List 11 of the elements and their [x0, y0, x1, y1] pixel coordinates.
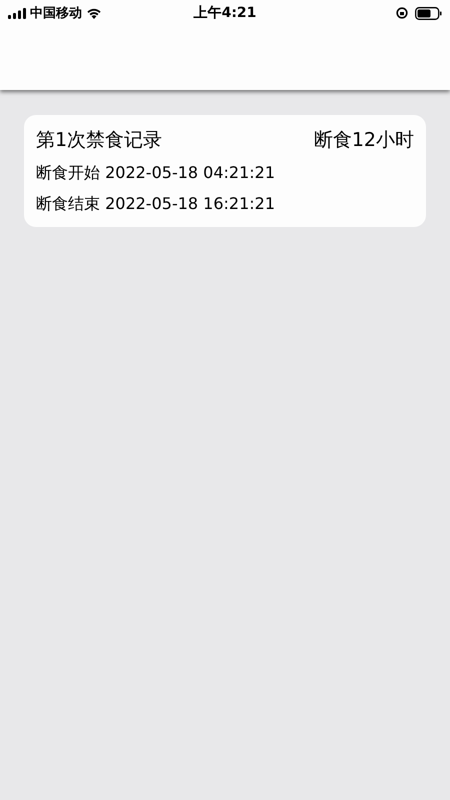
- battery-icon: [415, 6, 442, 20]
- fasting-end: 断食结束 2022-05-18 16:21:21: [36, 194, 276, 215]
- wifi-icon: [86, 7, 102, 19]
- rotation-lock-icon: [396, 7, 408, 19]
- record-title: 第1次禁食记录: [36, 128, 162, 153]
- fasting-start: 断食开始 2022-05-18 04:21:21: [36, 163, 276, 184]
- carrier-name: 中国移动: [30, 5, 82, 22]
- fasting-duration: 断食12小时: [314, 128, 414, 153]
- record-card[interactable]: 第1次禁食记录 断食12小时 断食开始 2022-05-18 04:21:21 断食结束 2022-05-18 16:21:21: [24, 115, 426, 227]
- status-time: 上午4:21: [194, 4, 256, 22]
- signal-icon: [8, 8, 26, 18]
